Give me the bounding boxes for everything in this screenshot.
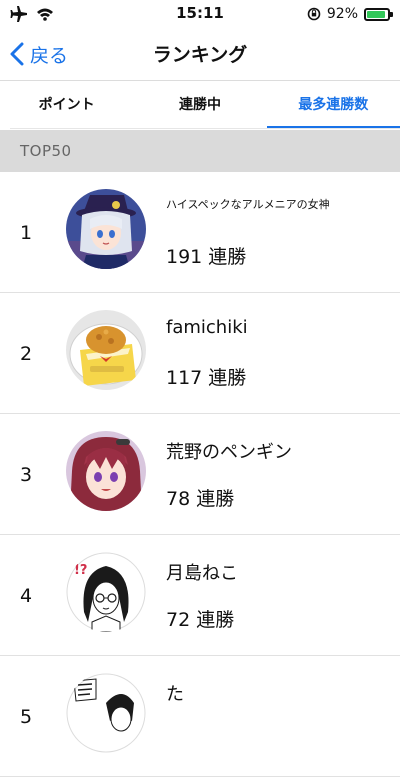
status-right: 92% <box>307 4 393 24</box>
rank-number: 1 <box>20 222 33 244</box>
ranking-row[interactable]: 3 荒野のペンギン 78 連勝 <box>0 414 400 535</box>
streak-count: 191 連勝 <box>166 246 247 268</box>
avatar[interactable] <box>66 673 146 753</box>
ranking-tabs: ポイント 連勝中 最多連勝数 <box>0 81 400 129</box>
streak-count: 78 連勝 <box>166 488 235 510</box>
fried-chicken-avatar-image <box>66 310 146 390</box>
ranking-list[interactable]: 1 ハイスペックなアルメニアの女神 191 連勝 2 famichiki 117… <box>0 172 400 777</box>
ranking-row[interactable]: 4 !? 月島ねこ 72 連勝 <box>0 535 400 656</box>
avatar[interactable] <box>66 310 146 390</box>
player-name: 月島ねこ <box>166 563 238 584</box>
page-title: ランキング <box>152 44 248 66</box>
avatar[interactable] <box>66 189 146 269</box>
rank-number: 3 <box>20 464 33 486</box>
sketch-character-avatar-image: !? <box>66 552 146 632</box>
section-header: TOP50 <box>0 130 400 172</box>
battery-percent: 92% <box>326 6 358 22</box>
tab-divider <box>10 128 400 129</box>
streak-count: 117 連勝 <box>166 367 247 389</box>
ranking-row[interactable]: 1 ハイスペックなアルメニアの女神 191 連勝 <box>0 172 400 293</box>
avatar[interactable]: !? <box>66 552 146 632</box>
comic-sketch-avatar-image <box>66 673 146 753</box>
status-bar: 15:11 92% <box>0 0 400 28</box>
player-name: た <box>166 684 184 705</box>
ranking-row[interactable]: 2 famichiki 117 連勝 <box>0 293 400 414</box>
battery-icon <box>364 7 393 21</box>
streak-count: 72 連勝 <box>166 609 235 631</box>
rank-number: 4 <box>20 585 33 607</box>
avatar[interactable] <box>66 431 146 511</box>
section-header-label: TOP50 <box>20 142 72 160</box>
battery-fill <box>367 10 385 18</box>
tab-points[interactable]: ポイント <box>0 81 133 129</box>
tab-max-streak[interactable]: 最多連勝数 <box>266 81 400 129</box>
anime-girl-hat-avatar-image <box>66 189 146 269</box>
tab-current-streak[interactable]: 連勝中 <box>133 81 266 129</box>
player-name: famichiki <box>166 317 248 338</box>
navigation-bar: 戻る ランキング <box>0 28 400 81</box>
orientation-lock-icon <box>307 7 321 21</box>
red-haired-girl-avatar-image <box>66 431 146 511</box>
player-name: ハイスペックなアルメニアの女神 <box>166 198 330 211</box>
ranking-row[interactable]: 5 た <box>0 656 400 777</box>
svg-text:!?: !? <box>74 563 87 578</box>
player-name: 荒野のペンギン <box>166 442 292 463</box>
rank-number: 2 <box>20 343 33 365</box>
rank-number: 5 <box>20 706 33 728</box>
